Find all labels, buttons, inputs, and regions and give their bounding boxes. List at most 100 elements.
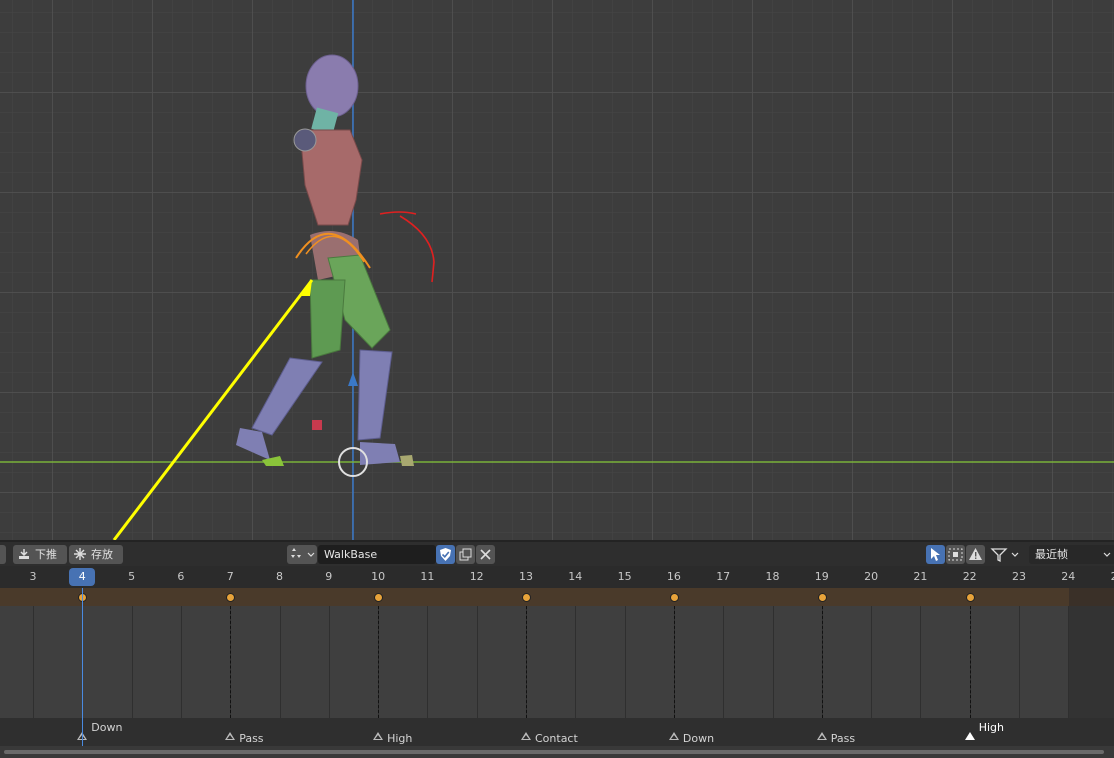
frame-gridline xyxy=(33,606,34,718)
marker-triangle-inner xyxy=(375,735,382,739)
keyframe-dot[interactable] xyxy=(817,593,827,602)
frame-gridline xyxy=(920,606,922,718)
frame-number: 14 xyxy=(568,570,583,583)
marker-line xyxy=(526,606,527,718)
marker-triangle-inner xyxy=(523,735,529,739)
summary-channel[interactable] xyxy=(0,588,1069,606)
action-browse-button[interactable] xyxy=(287,545,317,564)
push-down-label: 下推 xyxy=(35,548,57,561)
current-frame-indicator[interactable]: 4 xyxy=(69,568,96,586)
marker-line xyxy=(230,606,232,718)
unlink-action-button[interactable] xyxy=(476,545,495,564)
marker-line xyxy=(821,606,823,718)
scrollbar-thumb[interactable] xyxy=(4,750,1104,754)
marker-label: High xyxy=(387,732,413,745)
frame-gridline xyxy=(180,606,182,718)
shin-front xyxy=(357,349,393,441)
heel-controller xyxy=(400,455,414,466)
frame-gridline xyxy=(723,606,725,718)
marker-triangle-icon[interactable] xyxy=(964,732,975,740)
dope-sheet-editor[interactable]: 下推 存放 WalkBase 最近帧 3 4 5 6 7 8 9 10 11 1… xyxy=(0,540,1114,758)
frame-gridline xyxy=(131,606,133,718)
select-icon xyxy=(931,548,940,561)
frame-gridline xyxy=(575,606,577,718)
thigh-back xyxy=(309,279,346,359)
frame-ruler[interactable]: 3 4 5 6 7 8 9 10 11 12 13 14 15 16 17 18 19 20 21 22 23 24 25 xyxy=(0,566,1114,588)
marker-label: Contact xyxy=(535,732,578,745)
out-of-range-area xyxy=(1069,606,1114,718)
frame-number: 18 xyxy=(765,570,780,583)
filter-icon xyxy=(990,548,1019,563)
marker-triangle-inner xyxy=(670,735,677,739)
marker-label: Down xyxy=(682,732,715,745)
dope-sheet-header: 下推 存放 WalkBase 最近帧 xyxy=(0,540,1114,566)
frame-number: 7 xyxy=(226,570,234,583)
marker-line xyxy=(673,606,675,718)
frame-gridline xyxy=(328,606,330,718)
frame-number: 21 xyxy=(913,570,928,583)
frame-gridline xyxy=(476,606,478,718)
marker-row[interactable]: Down Pass High Contact Down Pass High xyxy=(0,718,1114,746)
marker-triangle-inner xyxy=(818,735,825,739)
keyframe-area[interactable] xyxy=(0,606,1070,718)
marker-line xyxy=(378,606,380,718)
frame-number: 19 xyxy=(814,570,829,583)
frame-number: 9 xyxy=(325,570,333,583)
marker-label: Pass xyxy=(239,732,264,745)
marker-line xyxy=(969,606,971,718)
frame-gridline xyxy=(772,606,774,718)
summary-channel-end xyxy=(1069,588,1114,606)
editor-type-stub[interactable] xyxy=(0,545,6,564)
horizontal-scrollbar[interactable] xyxy=(0,746,1114,758)
frame-number: 8 xyxy=(276,570,283,583)
close-icon xyxy=(480,549,491,560)
keyframe-dot[interactable] xyxy=(965,593,975,602)
frame-number: 17 xyxy=(716,570,731,583)
keyframe-dot[interactable] xyxy=(374,593,384,602)
fake-user-shield-icon xyxy=(440,548,451,561)
frame-number: 5 xyxy=(128,570,136,583)
warning-icon xyxy=(969,548,982,560)
root-marker xyxy=(312,420,322,430)
chevron-down-icon xyxy=(1103,552,1111,557)
frame-gridline xyxy=(427,606,429,718)
frame-gridline xyxy=(624,606,626,718)
only-errors-toggle[interactable] xyxy=(966,545,985,564)
box-select-icon xyxy=(948,548,963,561)
frame-number: 25 xyxy=(1111,570,1114,583)
marker-triangle-inner xyxy=(227,735,234,739)
push-down-icon xyxy=(19,549,29,559)
frame-number: 3 xyxy=(29,570,37,583)
only-selected-toggle[interactable] xyxy=(926,545,945,564)
keyframe-dot[interactable] xyxy=(226,593,236,602)
stash-button[interactable]: 存放 xyxy=(69,545,123,564)
stash-icon xyxy=(74,548,86,560)
push-down-button[interactable]: 下推 xyxy=(13,545,67,564)
playhead-line[interactable] xyxy=(82,588,84,746)
stash-label: 存放 xyxy=(91,548,113,561)
show-hidden-toggle[interactable] xyxy=(946,545,965,564)
3d-viewport[interactable] xyxy=(0,0,1114,540)
frame-number: 20 xyxy=(864,570,879,583)
frame-gridline xyxy=(871,606,873,718)
shin-back xyxy=(251,357,323,436)
frame-number: 24 xyxy=(1061,570,1076,583)
action-type-icon xyxy=(291,548,315,558)
head xyxy=(305,54,359,118)
action-name-field[interactable]: WalkBase xyxy=(318,545,436,564)
frame-number: 15 xyxy=(617,570,632,583)
frame-number: 22 xyxy=(962,570,977,583)
fake-user-button[interactable] xyxy=(436,545,455,564)
snap-mode-label: 最近帧 xyxy=(1035,548,1068,561)
marker-label: Down xyxy=(91,721,123,734)
duplicate-action-button[interactable] xyxy=(456,545,475,564)
snap-mode-dropdown[interactable]: 最近帧 xyxy=(1029,545,1114,564)
frame-number: 12 xyxy=(469,570,484,583)
frame-number: 6 xyxy=(177,570,185,583)
red-arrow-annotation xyxy=(379,211,435,283)
keyframe-dot[interactable] xyxy=(522,593,531,602)
keyframe-dot[interactable] xyxy=(669,593,679,602)
frame-gridline xyxy=(279,606,281,718)
filter-dropdown[interactable] xyxy=(988,545,1024,564)
marker-label: Pass xyxy=(830,732,856,745)
